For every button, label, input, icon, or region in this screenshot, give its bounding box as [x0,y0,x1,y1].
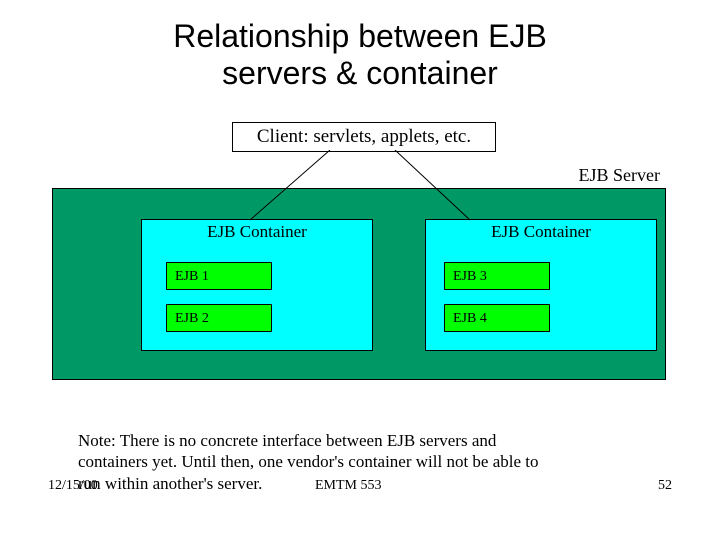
footer-page-number: 52 [658,478,672,494]
ejb-2-label: EJB 2 [175,311,209,326]
ejb-container-right-title: EJB Container [426,222,656,242]
ejb-container-left-title: EJB Container [142,222,372,242]
title-line-1: Relationship between EJB [173,18,547,54]
ejb-server-label: EJB Server [579,165,660,186]
footer-date: 12/15/00 [48,478,98,494]
client-box: Client: servlets, applets, etc. [232,122,496,152]
title-line-2: servers & container [222,55,498,91]
slide-title: Relationship between EJB servers & conta… [0,18,720,92]
ejb-4-box: EJB 4 [444,304,550,332]
ejb-1-box: EJB 1 [166,262,272,290]
client-label: Client: servlets, applets, etc. [257,126,471,147]
ejb-4-label: EJB 4 [453,311,487,326]
ejb-server-box: EJB Container EJB 1 EJB 2 EJB Container … [52,188,666,380]
ejb-container-right: EJB Container EJB 3 EJB 4 [425,219,657,351]
ejb-container-left: EJB Container EJB 1 EJB 2 [141,219,373,351]
ejb-1-label: EJB 1 [175,269,209,284]
ejb-3-box: EJB 3 [444,262,550,290]
ejb-3-label: EJB 3 [453,269,487,284]
footer-course: EMTM 553 [315,478,382,494]
ejb-2-box: EJB 2 [166,304,272,332]
